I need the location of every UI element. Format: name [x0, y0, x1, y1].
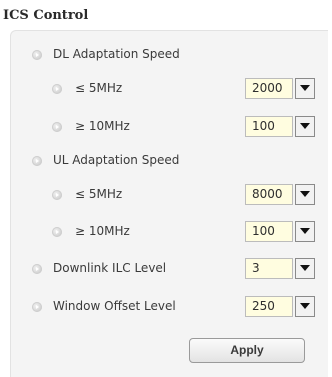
bullet-arrow-icon — [32, 50, 42, 60]
bullet-arrow-icon — [52, 84, 62, 94]
ul-ge10mhz-label: ≥ 10MHz — [75, 224, 130, 238]
bullet-arrow-icon — [32, 302, 42, 312]
chevron-down-icon[interactable] — [295, 221, 315, 242]
downlink-ilc-level-label: Downlink ILC Level — [53, 261, 167, 275]
ul-adaptation-speed-row: UL Adaptation Speed — [11, 150, 328, 172]
dl-ge10mhz-label: ≥ 10MHz — [75, 119, 130, 133]
dl-le5mhz-row: ≤ 5MHz 2000 — [11, 78, 328, 100]
dl-ge10mhz-row: ≥ 10MHz 100 — [11, 116, 328, 138]
dl-le5mhz-select[interactable]: 2000 — [245, 78, 315, 99]
ul-le5mhz-select[interactable]: 8000 — [245, 184, 315, 205]
window-offset-level-value[interactable]: 250 — [245, 296, 293, 317]
dl-adaptation-speed-label: DL Adaptation Speed — [53, 47, 180, 61]
ul-ge10mhz-value[interactable]: 100 — [245, 221, 293, 242]
bullet-arrow-icon — [32, 264, 42, 274]
bullet-arrow-icon — [52, 190, 62, 200]
downlink-ilc-level-select[interactable]: 3 — [245, 258, 315, 279]
dl-le5mhz-value[interactable]: 2000 — [245, 78, 293, 99]
downlink-ilc-level-value[interactable]: 3 — [245, 258, 293, 279]
window-offset-level-row: Window Offset Level 250 — [11, 296, 328, 318]
ul-adaptation-speed-label: UL Adaptation Speed — [53, 153, 180, 167]
ul-le5mhz-label: ≤ 5MHz — [75, 187, 123, 201]
dl-ge10mhz-select[interactable]: 100 — [245, 116, 315, 137]
section-title: ICS Control — [3, 8, 89, 23]
chevron-down-icon[interactable] — [295, 296, 315, 317]
ul-ge10mhz-select[interactable]: 100 — [245, 221, 315, 242]
bullet-arrow-icon — [52, 122, 62, 132]
downlink-ilc-level-row: Downlink ILC Level 3 — [11, 258, 328, 280]
dl-adaptation-speed-row: DL Adaptation Speed — [11, 44, 328, 66]
chevron-down-icon[interactable] — [295, 116, 315, 137]
dl-ge10mhz-value[interactable]: 100 — [245, 116, 293, 137]
ul-le5mhz-row: ≤ 5MHz 8000 — [11, 184, 328, 206]
ics-control-panel: DL Adaptation Speed ≤ 5MHz 2000 ≥ 10MHz … — [10, 30, 328, 377]
ul-le5mhz-value[interactable]: 8000 — [245, 184, 293, 205]
window-offset-level-select[interactable]: 250 — [245, 296, 315, 317]
apply-button[interactable]: Apply — [189, 338, 305, 363]
bullet-arrow-icon — [32, 156, 42, 166]
ul-ge10mhz-row: ≥ 10MHz 100 — [11, 221, 328, 243]
window-offset-level-label: Window Offset Level — [53, 299, 176, 313]
chevron-down-icon[interactable] — [295, 258, 315, 279]
dl-le5mhz-label: ≤ 5MHz — [75, 81, 123, 95]
chevron-down-icon[interactable] — [295, 78, 315, 99]
chevron-down-icon[interactable] — [295, 184, 315, 205]
bullet-arrow-icon — [52, 227, 62, 237]
